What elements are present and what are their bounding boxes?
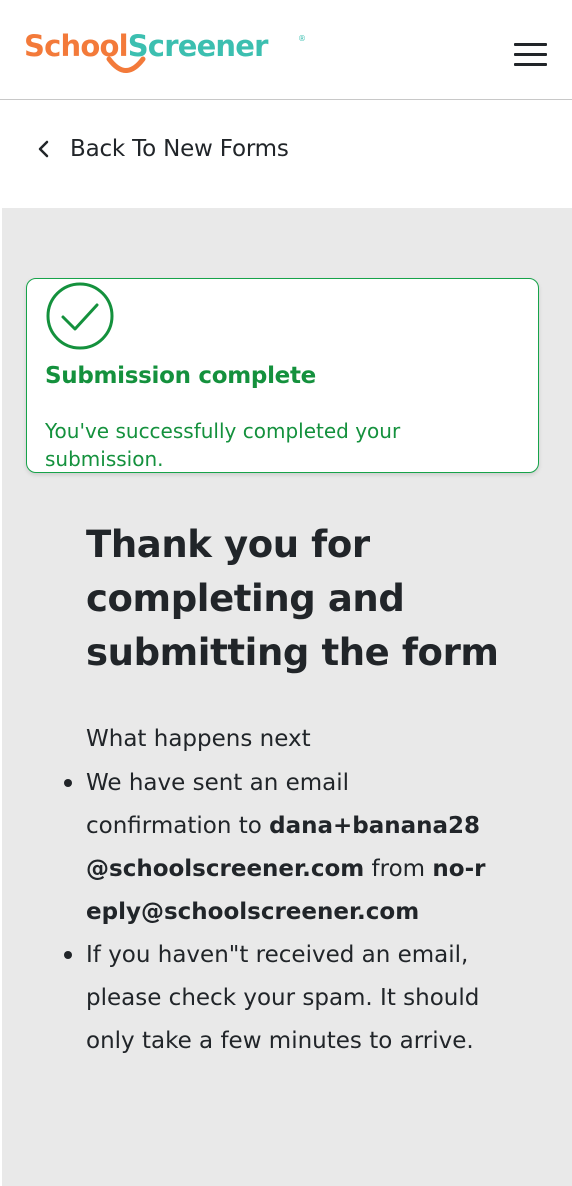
hamburger-menu-icon[interactable] bbox=[508, 38, 552, 70]
page-title: Thank you for completing and submitting … bbox=[86, 523, 499, 674]
alert-message: You've successfully completed your submi… bbox=[45, 419, 401, 471]
schoolscreener-logo[interactable]: SchoolScreener ® bbox=[24, 26, 306, 78]
alert-title: Submission complete bbox=[45, 363, 316, 389]
success-alert: Submission complete You've successfully … bbox=[26, 278, 539, 473]
logo-screener-text: Screener bbox=[127, 29, 269, 63]
next-steps-heading: What happens next bbox=[86, 726, 311, 752]
list-item: We have sent an email confirmation to da… bbox=[64, 762, 496, 934]
from-text: from bbox=[364, 856, 433, 882]
check-circle-icon bbox=[46, 282, 114, 350]
logo-smile-icon bbox=[106, 56, 146, 73]
next-steps-list: We have sent an email confirmation to da… bbox=[64, 762, 496, 1063]
back-link-label: Back To New Forms bbox=[70, 136, 289, 162]
app-header: SchoolScreener ® bbox=[0, 0, 572, 100]
back-to-new-forms-link[interactable]: Back To New Forms bbox=[36, 136, 289, 162]
chevron-left-icon bbox=[38, 140, 49, 158]
logo-trademark: ® bbox=[298, 34, 306, 43]
list-item: If you haven"t received an email, please… bbox=[64, 934, 496, 1063]
